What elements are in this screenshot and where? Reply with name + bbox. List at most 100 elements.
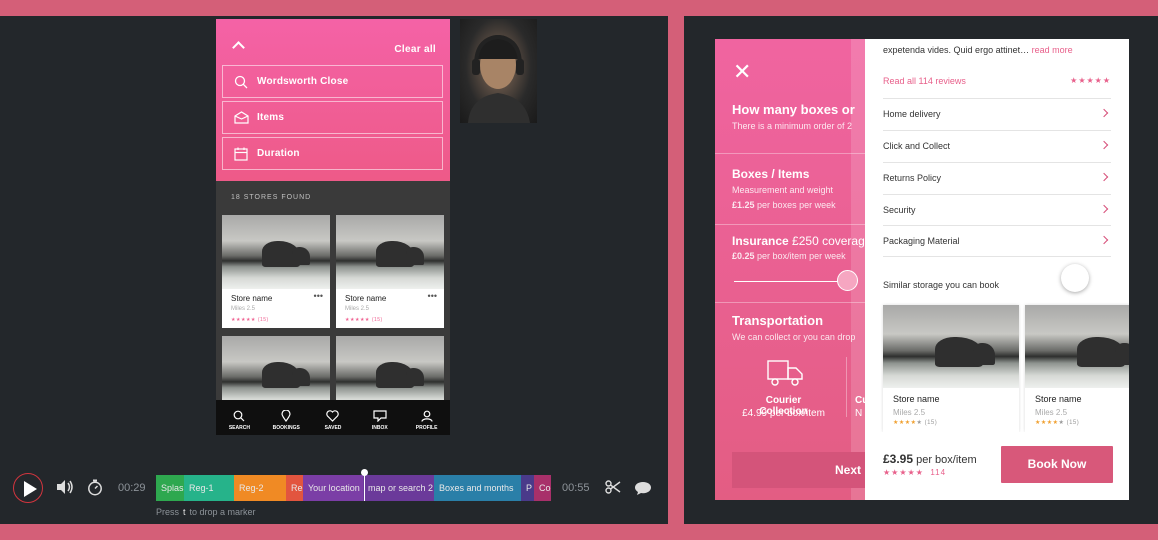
search-header: Clear all Wordsworth Close Items Duratio…	[216, 19, 450, 181]
collapse-chevron-icon[interactable]	[232, 41, 245, 54]
second-option-title[interactable]: Cu	[855, 395, 865, 406]
menu-row-home-delivery[interactable]: Home delivery	[883, 98, 1111, 130]
insurance-price: £0.25	[732, 251, 755, 261]
segment-label: Re	[291, 483, 303, 493]
store-photo	[222, 336, 330, 410]
timeline-segment[interactable]: Reg-2	[234, 475, 286, 501]
store-photo	[336, 336, 444, 410]
items-field[interactable]: Items	[222, 101, 443, 134]
end-time: 00:55	[562, 482, 590, 494]
more-options-icon[interactable]: •••	[428, 291, 437, 301]
timeline-segment[interactable]: Re	[286, 475, 303, 501]
chevron-right-icon	[1099, 140, 1109, 150]
second-option-price: N	[855, 408, 863, 419]
timeline-segment[interactable]: map or search 2	[363, 475, 434, 501]
webcam-overlay	[460, 19, 537, 123]
hint-prefix: Press	[156, 507, 180, 517]
timeline-segment[interactable]: Your location	[303, 475, 363, 501]
location-pin-icon	[281, 410, 291, 422]
menu-row-packaging-material[interactable]: Packaging Material	[883, 225, 1111, 257]
boxes-price-line: £1.25 per boxes per week	[732, 200, 836, 210]
hint-suffix: to drop a marker	[189, 507, 256, 517]
playhead[interactable]	[361, 469, 368, 501]
store-card[interactable]: Store name ••• Miles 2.5 ★★★★★ (15)	[222, 215, 330, 328]
similar-store-card[interactable]: Store name Miles 2.5 ★★★★★ (15)	[1025, 305, 1129, 432]
description-text: expetenda vides. Quid ergo attinet…	[883, 45, 1030, 55]
divider	[715, 224, 865, 225]
store-card[interactable]: Store name ••• Miles 2.5 ★★★★★ (15)	[336, 215, 444, 328]
store-card[interactable]	[336, 336, 444, 410]
tab-profile[interactable]: PROFILE	[403, 400, 450, 435]
preview-panel: ✕ How many boxes or There is a minimum o…	[684, 16, 1158, 524]
similar-store-card[interactable]: Store name Miles 2.5 ★★★★★ (15)	[883, 305, 1019, 432]
timeline-segment[interactable]: Splas	[156, 475, 184, 501]
heart-icon	[326, 410, 340, 422]
play-button[interactable]	[13, 473, 43, 503]
timeline-segment[interactable]: Boxes and months	[434, 475, 521, 501]
timeline-segment[interactable]: Co	[534, 475, 551, 501]
chevron-right-icon	[1099, 235, 1109, 245]
mobile-booking-screen: ✕ How many boxes or There is a minimum o…	[715, 39, 1129, 500]
rating-empty-star: ★	[916, 420, 923, 426]
transportation-title: Transportation	[732, 313, 824, 328]
scissors-icon[interactable]	[605, 480, 621, 494]
insurance-price-line: £0.25 per box/item per week	[732, 251, 846, 261]
location-field-label: Wordsworth Close	[257, 76, 349, 87]
read-all-reviews-link[interactable]: Read all 114 reviews	[883, 76, 966, 86]
insurance-slider-knob[interactable]	[837, 270, 858, 291]
rating-count: (15)	[371, 317, 383, 323]
current-time: 00:29	[118, 482, 146, 494]
tab-search[interactable]: SEARCH	[216, 400, 263, 435]
location-field[interactable]: Wordsworth Close	[222, 65, 443, 98]
playback-speed-icon[interactable]	[87, 479, 103, 496]
menu-row-click-and-collect[interactable]: Click and Collect	[883, 130, 1111, 162]
comment-icon[interactable]	[634, 481, 652, 496]
price-line: £3.95 per box/item	[883, 452, 977, 466]
duration-field-label: Duration	[257, 148, 300, 159]
rating-stars: ★★★★★	[883, 468, 924, 477]
read-more-link[interactable]: read more	[1032, 45, 1073, 55]
insurance-label: Insurance	[732, 234, 789, 248]
truck-icon	[767, 360, 803, 386]
divider	[846, 357, 847, 417]
segment-label: Reg-2	[239, 483, 264, 493]
timeline-track[interactable]: Splas Reg-1 Reg-2 Re Your location map o…	[156, 469, 551, 501]
segment-label: Splas	[161, 483, 184, 493]
duration-field[interactable]: Duration	[222, 137, 443, 170]
tab-inbox[interactable]: INBOX	[356, 400, 403, 435]
review-stars: ★★★★★	[1070, 76, 1111, 85]
chevron-right-icon	[1099, 108, 1109, 118]
store-card[interactable]	[222, 336, 330, 410]
menu-row-returns-policy[interactable]: Returns Policy	[883, 162, 1111, 194]
store-rating: ★★★★★ (15)	[893, 419, 937, 426]
insurance-amount: £250 coverag	[792, 234, 865, 248]
rating-stars: ★★★★★	[231, 317, 256, 323]
timeline-segment[interactable]: P	[521, 475, 534, 501]
menu-row-label: Security	[883, 205, 916, 215]
store-rating: ★★★★★ (15)	[345, 317, 383, 323]
close-icon[interactable]: ✕	[733, 61, 751, 83]
tab-saved[interactable]: SAVED	[310, 400, 357, 435]
menu-row-label: Home delivery	[883, 109, 941, 119]
similar-storage-title: Similar storage you can book	[883, 280, 1000, 290]
order-configurator: ✕ How many boxes or There is a minimum o…	[715, 39, 865, 500]
rating-stars: ★★★★	[1035, 420, 1059, 426]
clear-all-button[interactable]: Clear all	[394, 44, 436, 55]
timeline-segment[interactable]: Reg-1	[184, 475, 234, 501]
toggle-knob[interactable]	[1061, 264, 1089, 292]
insurance-slider-track[interactable]	[734, 281, 846, 282]
more-options-icon[interactable]: •••	[314, 291, 323, 301]
store-rating: ★★★★★ (15)	[231, 317, 269, 323]
volume-icon[interactable]	[56, 479, 74, 495]
next-button[interactable]: Next	[732, 452, 865, 488]
rating-count: (15)	[924, 420, 938, 426]
menu-row-security[interactable]: Security	[883, 194, 1111, 226]
store-distance: Miles 2.5	[345, 306, 370, 312]
calendar-icon	[234, 147, 248, 161]
tab-bookings[interactable]: BOOKINGS	[263, 400, 310, 435]
book-now-button[interactable]: Book Now	[1001, 446, 1113, 483]
store-photo	[883, 305, 1019, 388]
boxes-price: £1.25	[732, 200, 755, 210]
search-icon	[233, 410, 245, 422]
items-field-label: Items	[257, 112, 285, 123]
